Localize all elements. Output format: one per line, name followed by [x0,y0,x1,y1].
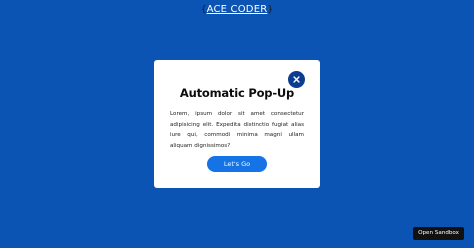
modal-body-text: Lorem, ipsum dolor sit amet consectetur … [170,111,304,149]
brand-text[interactable]: ACE CODER [207,4,268,15]
open-sandbox-button[interactable]: Open Sandbox [413,227,464,240]
brand-right-bracket: } [267,5,274,15]
brand-logo[interactable]: {ACE CODER} [0,4,474,16]
close-icon [293,76,300,83]
lets-go-button[interactable]: Let's Go [207,156,267,172]
modal-title: Automatic Pop-Up [179,86,295,100]
popup-modal: Automatic Pop-Up Lorem, ipsum dolor sit … [154,60,320,188]
